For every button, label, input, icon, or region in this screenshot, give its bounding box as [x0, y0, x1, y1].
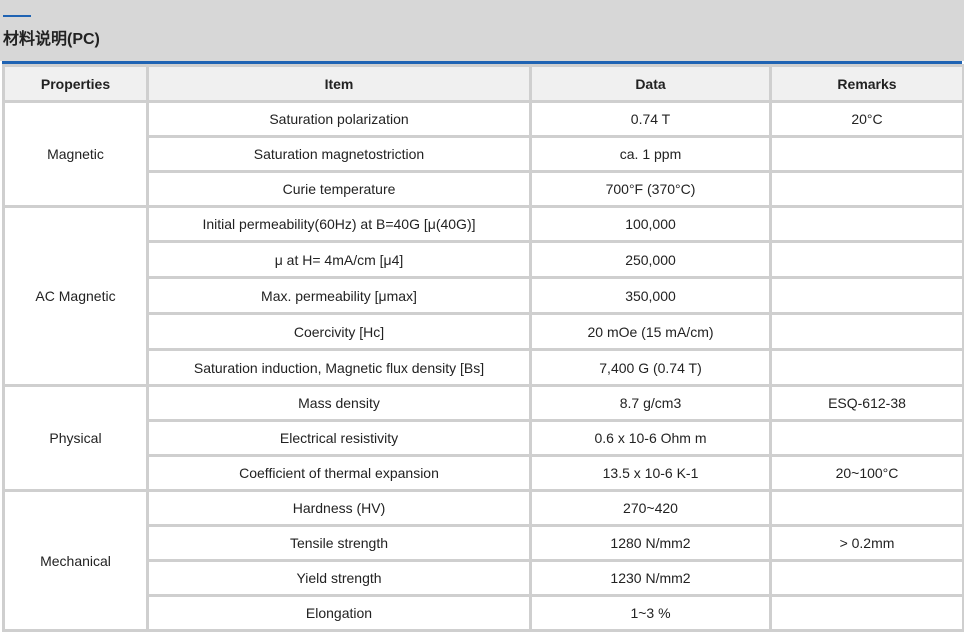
remarks-cell: [772, 315, 962, 348]
column-header-properties: Properties: [5, 67, 146, 100]
item-cell: Coefficient of thermal expansion: [149, 457, 529, 489]
table-row: Coercivity [Hc] 20 mOe (15 mA/cm): [5, 315, 962, 348]
table-row: Mechanical Hardness (HV) 270~420: [5, 492, 962, 629]
item-cell: Elongation: [149, 597, 529, 629]
item-cell: Hardness (HV): [149, 492, 529, 524]
data-cell: 0.6 x 10-6 Ohm m: [532, 422, 769, 454]
data-cell: 1230 N/mm2: [532, 562, 769, 594]
table-row: Physical Mass density 8.7 g/cm3 ESQ-612-…: [5, 387, 962, 489]
remarks-cell: [772, 243, 962, 276]
property-group-cell: Magnetic: [5, 103, 146, 205]
data-cell: 20 mOe (15 mA/cm): [532, 315, 769, 348]
remarks-cell: [772, 562, 962, 594]
section-header: 材料说明(PC): [0, 0, 964, 61]
section-title: 材料说明(PC): [3, 31, 100, 48]
table-row: μ at H= 4mA/cm [μ4] 250,000: [5, 243, 962, 276]
remarks-cell: [772, 138, 962, 170]
remarks-cell: ESQ-612-38: [772, 387, 962, 419]
remarks-cell: [772, 492, 962, 524]
property-group-cell: Physical: [5, 387, 146, 489]
data-cell: 350,000: [532, 279, 769, 312]
table-header-row: Properties Item Data Remarks: [5, 67, 962, 100]
remarks-cell: [772, 597, 962, 629]
data-cell: 270~420: [532, 492, 769, 524]
item-cell: Saturation induction, Magnetic flux dens…: [149, 351, 529, 384]
material-properties-table: Properties Item Data Remarks Magnetic Sa…: [2, 64, 964, 632]
remarks-cell: [772, 351, 962, 384]
item-cell: Saturation polarization: [149, 103, 529, 135]
item-cell: Saturation magnetostriction: [149, 138, 529, 170]
data-cell: 700°F (370°C): [532, 173, 769, 205]
item-cell: Mass density: [149, 387, 529, 419]
data-cell: 13.5 x 10-6 K-1: [532, 457, 769, 489]
remarks-cell: 20°C: [772, 103, 962, 135]
table-row: Curie temperature 700°F (370°C): [5, 173, 962, 205]
data-cell: 1~3 %: [532, 597, 769, 629]
data-cell: 250,000: [532, 243, 769, 276]
item-cell: μ at H= 4mA/cm [μ4]: [149, 243, 529, 276]
remarks-cell: > 0.2mm: [772, 527, 962, 559]
item-cell: Tensile strength: [149, 527, 529, 559]
table-row: Yield strength 1230 N/mm2: [5, 562, 962, 594]
item-cell: Curie temperature: [149, 173, 529, 205]
remarks-cell: [772, 208, 962, 240]
table-row: Coefficient of thermal expansion 13.5 x …: [5, 457, 962, 489]
data-cell: 7,400 G (0.74 T): [532, 351, 769, 384]
table-row: Max. permeability [μmax] 350,000: [5, 279, 962, 312]
table-row: Magnetic Saturation polarization 0.74 T …: [5, 103, 962, 205]
column-header-data: Data: [532, 67, 769, 100]
item-cell: Initial permeability(60Hz) at B=40G [μ(4…: [149, 208, 529, 240]
table-row: Electrical resistivity 0.6 x 10-6 Ohm m: [5, 422, 962, 454]
remarks-cell: 20~100°C: [772, 457, 962, 489]
table-row: Tensile strength 1280 N/mm2 > 0.2mm: [5, 527, 962, 559]
item-cell: Yield strength: [149, 562, 529, 594]
data-cell: 100,000: [532, 208, 769, 240]
remarks-cell: [772, 422, 962, 454]
data-cell: 0.74 T: [532, 103, 769, 135]
column-header-item: Item: [149, 67, 529, 100]
data-cell: 8.7 g/cm3: [532, 387, 769, 419]
item-cell: Max. permeability [μmax]: [149, 279, 529, 312]
table-row: Saturation magnetostriction ca. 1 ppm: [5, 138, 962, 170]
column-header-remarks: Remarks: [772, 67, 962, 100]
item-cell: Electrical resistivity: [149, 422, 529, 454]
data-cell: 1280 N/mm2: [532, 527, 769, 559]
header-accent-bar: [3, 15, 31, 17]
table-row: Elongation 1~3 %: [5, 597, 962, 629]
table-row: AC Magnetic Initial permeability(60Hz) a…: [5, 208, 962, 384]
property-group-cell: Mechanical: [5, 492, 146, 629]
data-cell: ca. 1 ppm: [532, 138, 769, 170]
property-group-cell: AC Magnetic: [5, 208, 146, 384]
table-row: Saturation induction, Magnetic flux dens…: [5, 351, 962, 384]
remarks-cell: [772, 173, 962, 205]
remarks-cell: [772, 279, 962, 312]
item-cell: Coercivity [Hc]: [149, 315, 529, 348]
